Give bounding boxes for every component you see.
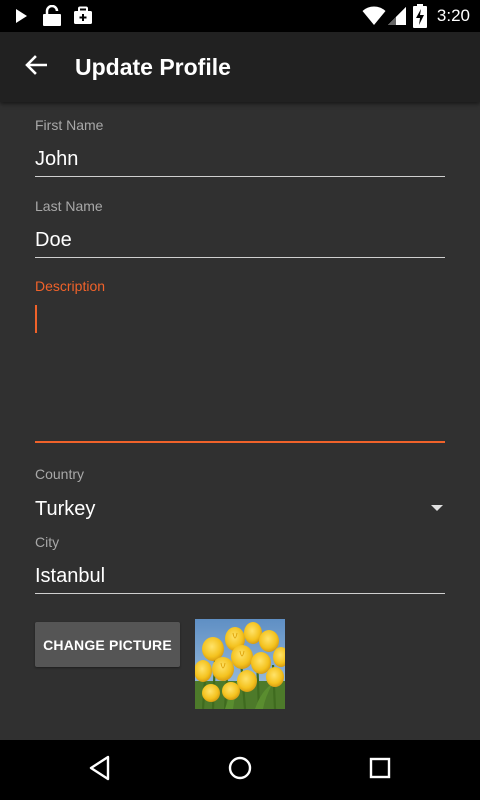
last-name-underline [35,257,445,258]
status-time: 3:20 [436,6,470,25]
city-underline [35,593,445,594]
wifi-icon [362,0,386,32]
text-cursor [35,305,37,333]
arrow-back-icon [25,54,48,80]
change-picture-button[interactable]: CHANGE PICTURE [35,622,180,667]
home-circle-icon [227,755,253,786]
last-name-label: Last Name [35,198,103,214]
nav-back-button[interactable] [80,750,120,790]
app-bar: Update Profile [0,32,480,102]
dropdown-arrow-icon [431,505,443,511]
recents-square-icon [369,757,391,784]
city-field[interactable]: Istanbul [35,561,445,591]
back-triangle-icon [88,755,112,786]
nav-recents-button[interactable] [360,750,400,790]
first-name-field[interactable]: John [35,144,445,174]
play-icon [14,0,28,32]
last-name-field[interactable]: Doe [35,225,445,255]
briefcase-icon [73,0,93,32]
nav-home-button[interactable] [220,750,260,790]
status-bar: 3:20 [0,0,480,32]
city-label: City [35,534,60,550]
first-name-label: First Name [35,117,104,133]
back-button[interactable] [14,45,58,89]
country-label: Country [35,466,85,482]
battery-charging-icon [413,0,427,32]
profile-form: First Name John Last Name Doe Descriptio… [0,102,480,740]
description-field[interactable] [35,300,445,442]
lock-icon [42,0,62,32]
description-underline [35,441,445,443]
navigation-bar [0,740,480,800]
first-name-underline [35,176,445,177]
country-value: Turkey [35,498,96,520]
signal-icon [387,0,407,32]
country-dropdown[interactable]: Turkey [35,494,445,524]
description-label: Description [35,278,106,294]
profile-picture [195,619,285,709]
page-title: Update Profile [75,54,231,80]
